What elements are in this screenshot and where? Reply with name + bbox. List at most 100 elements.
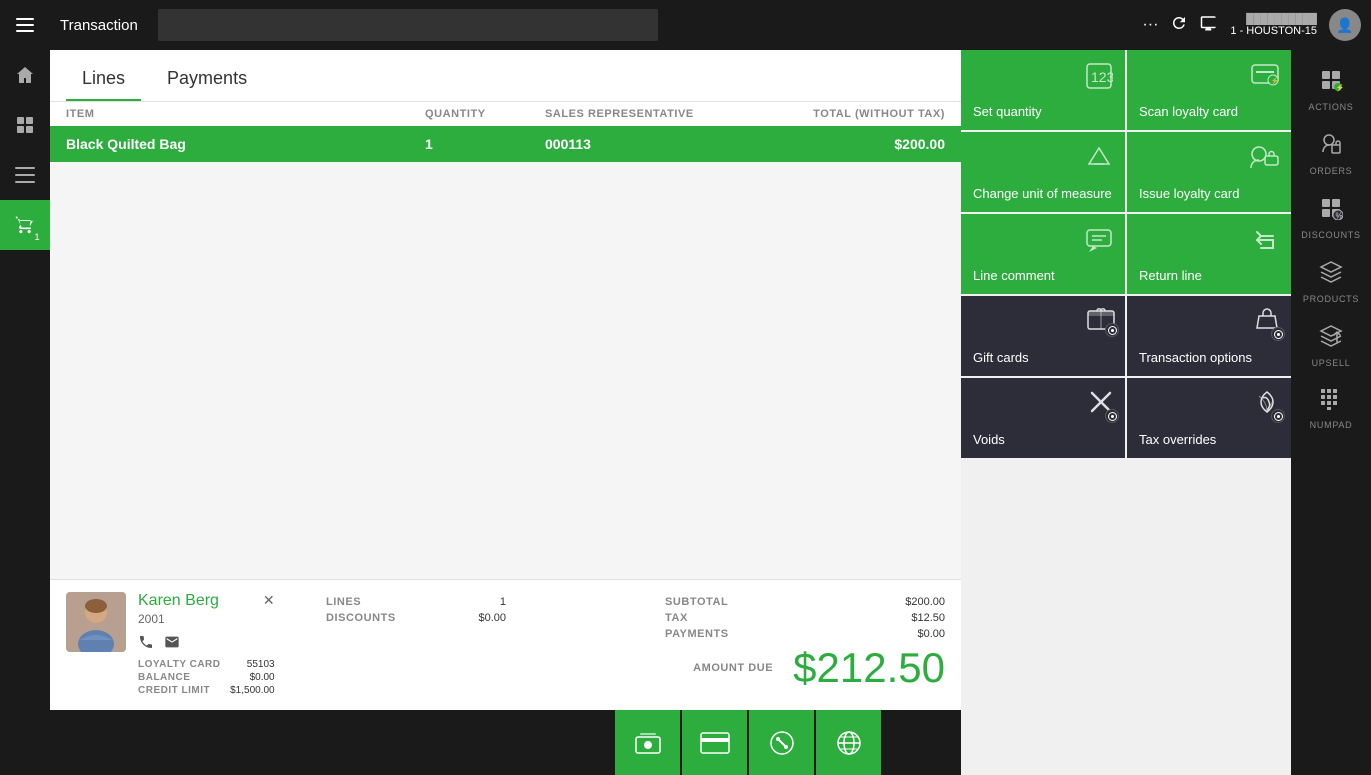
store-id: 1 - HOUSTON-15 [1230,25,1317,37]
lines-body [50,162,961,579]
change-unit-tile[interactable]: Change unit of measure [961,132,1125,212]
tab-lines[interactable]: Lines [66,60,141,101]
upsell-label: UPSELL [1312,358,1351,368]
customer-contacts [138,634,275,655]
tab-payments[interactable]: Payments [151,60,263,101]
more-icon[interactable]: ··· [1142,16,1158,34]
return-line-tile[interactable]: Return line [1127,214,1291,294]
line-comment-tile[interactable]: Line comment [961,214,1125,294]
customer-details-text: Karen Berg 2001 ✕ [138,592,275,698]
bottom-bar [50,710,961,775]
other-payment-button[interactable] [816,710,881,775]
gift-cards-label: Gift cards [973,350,1029,366]
action-panel: 123 Set quantity ⚡ Sc [961,50,1291,775]
customer-panel: Karen Berg 2001 ✕ [50,579,961,710]
orders-label: ORDERS [1310,166,1353,176]
products-icon [1319,260,1343,290]
lines-area: Lines Payments ITEM QUANTITY SALES REPRE… [50,50,961,775]
numpad-label: NUMPAD [1310,420,1353,430]
customer-loyalty-details: LOYALTY CARD 55103 BALANCE $0.00 CREDIT … [138,659,275,696]
products-label: PRODUCTS [1303,294,1359,304]
customer-id: 2001 [138,612,219,626]
change-unit-label: Change unit of measure [973,186,1112,202]
sidebar-item-upsell[interactable]: UPSELL [1291,314,1371,378]
scan-loyalty-card-label: Scan loyalty card [1139,104,1238,120]
action-grid: 123 Set quantity ⚡ Sc [961,50,1291,458]
row-item: Black Quilted Bag [66,136,425,152]
cash-button[interactable] [615,710,680,775]
set-quantity-icon: 123 [1085,62,1113,96]
customer-info: Karen Berg 2001 ✕ [66,592,306,698]
refresh-icon[interactable] [1170,14,1188,37]
upsell-icon [1319,324,1343,354]
return-line-icon [1251,226,1279,260]
line-comment-icon [1085,226,1113,260]
search-input[interactable] [158,9,658,41]
cart-badge: 1 [30,230,44,244]
actions-icon: ⚡ [1319,68,1343,98]
voids-icon [1087,388,1115,419]
user-avatar[interactable]: 👤 [1329,9,1361,41]
issue-loyalty-card-icon [1249,144,1279,176]
sidebar-item-discounts[interactable]: % DISCOUNTS [1291,186,1371,250]
customer-avatar [66,592,126,652]
issue-loyalty-card-label: Issue loyalty card [1139,186,1239,202]
return-line-label: Return line [1139,268,1202,284]
screen-icon[interactable] [1200,14,1218,37]
voids-tile[interactable]: Voids [961,378,1125,458]
right-sidebar: ⚡ ACTIONS ORDERS [1291,50,1371,775]
orders-icon [1319,132,1343,162]
issue-loyalty-card-tile[interactable]: Issue loyalty card [1127,132,1291,212]
left-sidebar: 1 [0,0,50,775]
header-icons: ··· ██████████ 1 - HOUSTON-15 👤 [1142,9,1361,41]
col-item: ITEM [66,108,425,120]
amount-due-row: AMOUNT DUE $212.50 [526,644,945,692]
sidebar-item-actions[interactable]: ⚡ ACTIONS [1291,58,1371,122]
row-quantity: 1 [425,136,545,152]
col-sales-rep: SALES REPRESENTATIVE [545,108,745,120]
scan-loyalty-card-tile[interactable]: ⚡ Scan loyalty card [1127,50,1291,130]
svg-text:123: 123 [1091,69,1113,85]
col-total: TOTAL (WITHOUT TAX) [745,108,945,120]
close-customer-button[interactable]: ✕ [263,592,275,609]
sidebar-item-menu[interactable] [0,150,50,200]
svg-text:⚡: ⚡ [1271,76,1280,85]
header-title: Transaction [60,17,138,34]
email-icon[interactable] [164,634,180,655]
sidebar-item-orders[interactable]: ORDERS [1291,122,1371,186]
card-button[interactable] [682,710,747,775]
transaction-options-label: Transaction options [1139,350,1252,366]
row-total: $200.00 [745,136,945,152]
coupon-button[interactable] [749,710,814,775]
summary-right: SUBTOTAL $200.00 TAX $12.50 PAYMENTS $0.… [526,596,945,692]
transaction-options-icon [1253,306,1281,337]
set-quantity-label: Set quantity [973,104,1042,120]
sidebar-item-numpad[interactable]: NUMPAD [1291,378,1371,440]
discounts-label: DISCOUNTS [1301,230,1360,240]
sidebar-item-cart[interactable]: 1 [0,200,50,250]
transaction-options-tile[interactable]: Transaction options [1127,296,1291,376]
action-panel-empty [961,458,1291,775]
sidebar-item-products[interactable]: PRODUCTS [1291,250,1371,314]
table-header: ITEM QUANTITY SALES REPRESENTATIVE TOTAL… [50,102,961,126]
summary-left: LINES 1 DISCOUNTS $0.00 [326,596,506,628]
voids-label: Voids [973,432,1005,448]
store-info: ██████████ 1 - HOUSTON-15 [1230,14,1317,37]
line-comment-label: Line comment [973,268,1055,284]
phone-icon[interactable] [138,634,154,655]
tabs: Lines Payments [50,50,961,102]
menu-icon[interactable] [0,0,50,50]
transaction-area: Lines Payments ITEM QUANTITY SALES REPRE… [50,50,1371,775]
svg-text:⚡: ⚡ [1336,83,1344,92]
tax-overrides-tile[interactable]: Tax overrides [1127,378,1291,458]
set-quantity-tile[interactable]: 123 Set quantity [961,50,1125,130]
col-quantity: QUANTITY [425,108,545,120]
tax-overrides-label: Tax overrides [1139,432,1216,448]
svg-text:%: % [1336,212,1343,221]
summary-panel: LINES 1 DISCOUNTS $0.00 SUBTOTAL $200.00 [326,592,945,698]
gift-cards-tile[interactable]: Gift cards [961,296,1125,376]
sidebar-item-home[interactable] [0,50,50,100]
table-row[interactable]: Black Quilted Bag 1 000113 $200.00 [50,126,961,162]
numpad-icon [1320,388,1342,416]
sidebar-item-catalog[interactable] [0,100,50,150]
